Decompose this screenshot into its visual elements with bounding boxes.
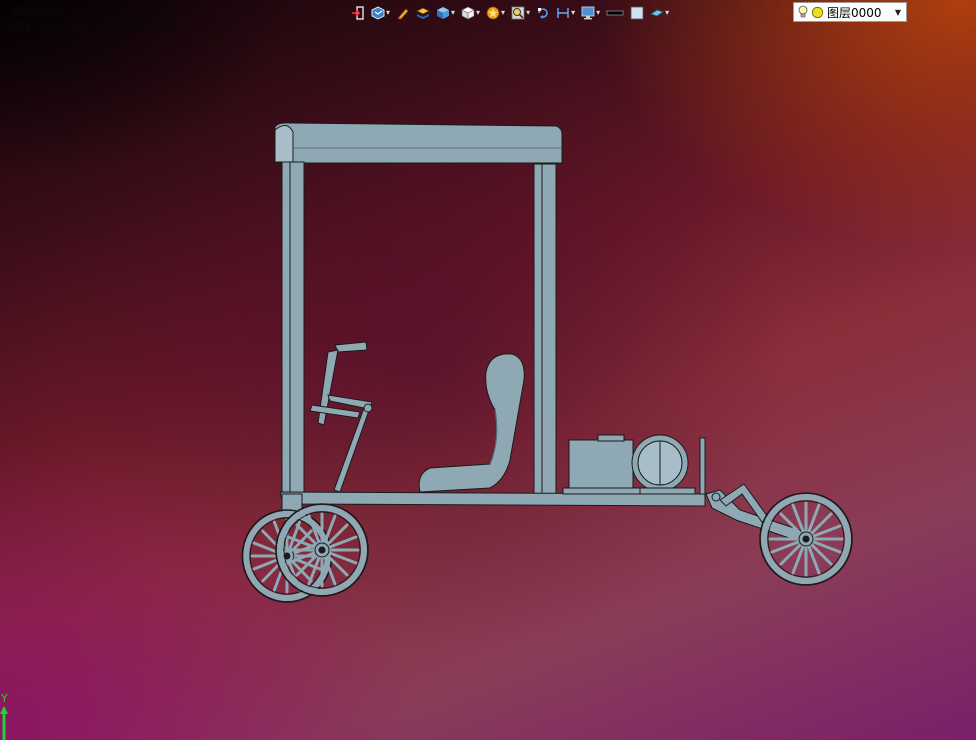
model-viewport[interactable] xyxy=(0,0,976,740)
front-wheel[interactable] xyxy=(276,504,368,596)
rear-wheel[interactable] xyxy=(760,493,852,585)
motor[interactable] xyxy=(631,434,706,495)
canopy-posts[interactable] xyxy=(281,161,557,503)
seat[interactable] xyxy=(418,353,525,493)
steering-column[interactable] xyxy=(309,341,373,493)
ucs-y-axis-icon: Y xyxy=(0,692,8,740)
rear-swing-arm[interactable] xyxy=(705,483,807,541)
tricycle-model[interactable] xyxy=(242,122,852,602)
battery-box[interactable] xyxy=(562,434,644,495)
canopy-roof[interactable] xyxy=(274,122,563,164)
ucs-y-label: Y xyxy=(0,692,8,705)
